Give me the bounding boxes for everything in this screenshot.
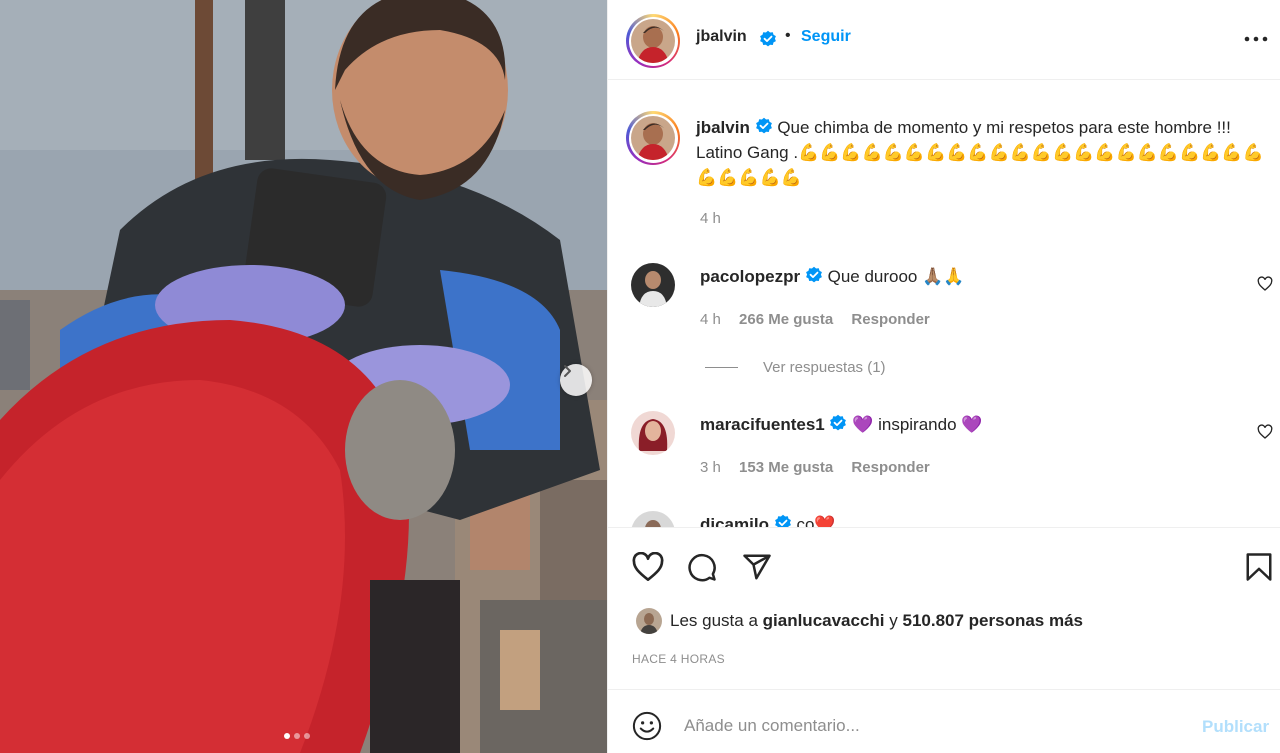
view-replies-label: Ver respuestas (1) — [763, 359, 886, 376]
comment-avatar[interactable] — [631, 411, 675, 455]
comment-text: co❤️ — [796, 515, 836, 527]
carousel-next-button[interactable] — [560, 364, 592, 396]
save-bookmark-icon[interactable] — [1245, 552, 1273, 582]
comments-list[interactable]: jbalvin Que chimba de momento y mi respe… — [608, 81, 1280, 527]
likes-count[interactable]: 510.807 personas más — [903, 611, 1084, 631]
verified-badge-icon — [805, 266, 822, 283]
carousel-dot-1 — [284, 733, 290, 739]
likes-connector: y — [889, 611, 898, 630]
follow-button[interactable]: Seguir — [801, 28, 851, 46]
comment-username[interactable]: pacolopezpr — [700, 267, 800, 286]
comment-avatar-image — [631, 511, 675, 527]
comment-avatar[interactable] — [631, 511, 675, 527]
post-details-panel: jbalvin • Seguir jbalvin Que chimba de m… — [607, 0, 1280, 753]
verified-badge-icon — [830, 414, 847, 431]
comment-meta: 3 h 153 Me gusta Responder — [700, 459, 944, 476]
reply-button[interactable]: Responder — [851, 459, 929, 476]
carousel-indicator — [284, 733, 310, 739]
carousel-dot-3 — [304, 733, 310, 739]
like-comment-heart-icon[interactable] — [1257, 276, 1273, 292]
post-image[interactable] — [0, 0, 607, 753]
post-photo-illustration — [0, 0, 607, 753]
publish-button[interactable]: Publicar — [1202, 717, 1269, 737]
post-header: jbalvin • Seguir — [608, 0, 1280, 80]
header-separator: • — [785, 27, 791, 44]
reply-button[interactable]: Responder — [851, 311, 929, 328]
comment-username[interactable]: maracifuentes1 — [700, 415, 825, 434]
caption-avatar-image — [631, 116, 675, 160]
comment-meta: 4 h 266 Me gusta Responder — [700, 311, 944, 328]
comment-avatar[interactable] — [631, 263, 675, 307]
comment-body: maracifuentes1 💜 inspirando 💜 — [700, 414, 982, 435]
author-avatar-image — [631, 19, 675, 63]
caption-author-avatar[interactable] — [626, 111, 680, 165]
comment-icon[interactable] — [687, 552, 717, 582]
share-icon[interactable] — [742, 552, 772, 582]
comment-text: 💜 inspirando 💜 — [852, 415, 983, 434]
post-actions: Les gusta a gianlucavacchi y 510.807 per… — [608, 527, 1280, 689]
liker-avatar-image — [636, 608, 662, 634]
verified-badge-icon — [774, 514, 791, 527]
comment-input[interactable] — [684, 710, 1184, 742]
emoji-icon[interactable] — [632, 711, 662, 741]
comment-text: Que durooo 🙏🏽🙏 — [827, 267, 965, 286]
comment-body: djcamilo co❤️ — [700, 514, 836, 527]
like-comment-heart-icon[interactable] — [1257, 424, 1273, 440]
chevron-right-icon — [564, 365, 571, 377]
comment-likes[interactable]: 266 Me gusta — [739, 311, 833, 328]
verified-badge-icon — [760, 30, 776, 47]
author-avatar[interactable] — [626, 14, 680, 68]
verified-badge-icon — [755, 117, 772, 134]
comment-time[interactable]: 3 h — [700, 459, 721, 476]
post-time-ago[interactable]: HACE 4 HORAS — [632, 652, 725, 666]
comment-avatar-image — [631, 411, 675, 455]
view-replies-button[interactable]: Ver respuestas (1) — [705, 359, 886, 376]
caption-username[interactable]: jbalvin — [696, 118, 750, 137]
carousel-dot-2 — [294, 733, 300, 739]
comment-likes[interactable]: 153 Me gusta — [739, 459, 833, 476]
post-caption: jbalvin Que chimba de momento y mi respe… — [696, 115, 1280, 190]
replies-divider — [705, 367, 738, 368]
likes-summary: Les gusta a gianlucavacchi y 510.807 per… — [636, 608, 1083, 634]
comment-avatar-image — [631, 263, 675, 307]
comment-username[interactable]: djcamilo — [700, 515, 769, 527]
likes-prefix: Les gusta a — [670, 611, 758, 630]
more-options-icon[interactable] — [1244, 36, 1268, 42]
comment-body: pacolopezpr Que durooo 🙏🏽🙏 — [700, 266, 964, 287]
liker-username[interactable]: gianlucavacchi — [763, 611, 885, 631]
add-comment-bar: Publicar — [608, 689, 1280, 753]
caption-time[interactable]: 4 h — [700, 210, 721, 227]
liker-avatar[interactable] — [636, 608, 662, 634]
heart-icon[interactable] — [632, 552, 664, 582]
comment-time[interactable]: 4 h — [700, 311, 721, 328]
author-username[interactable]: jbalvin — [696, 28, 747, 46]
